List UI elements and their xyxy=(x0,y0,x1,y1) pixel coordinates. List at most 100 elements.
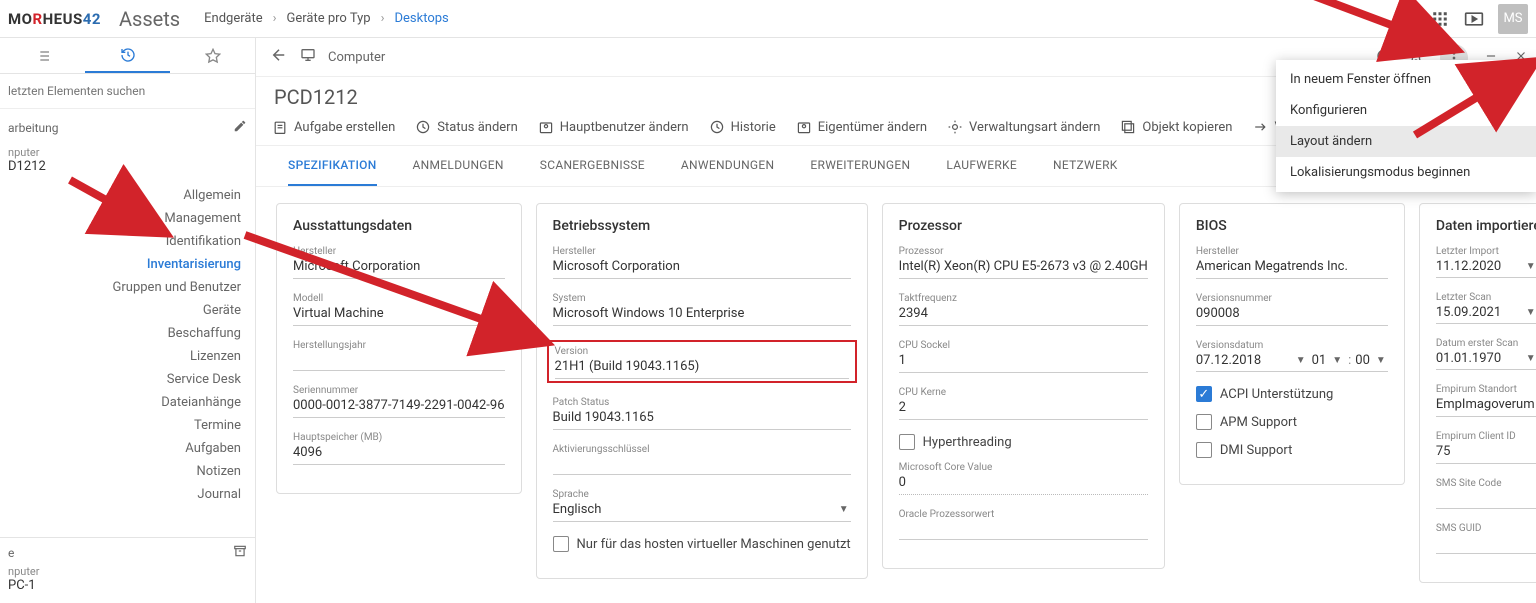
sidebar-item-beschaffung[interactable]: Beschaffung xyxy=(0,322,255,345)
chevron-down-icon[interactable]: ▼ xyxy=(837,504,851,515)
field-cpu-sockel[interactable]: CPU Sockel1 xyxy=(899,340,1148,373)
top-bar: MORHEUS42 Assets Endgeräte › Geräte pro … xyxy=(0,0,1536,38)
brand-logo: MORHEUS42 xyxy=(8,10,101,28)
field-sms-site-code[interactable]: SMS Site Code xyxy=(1436,478,1536,509)
apps-icon[interactable] xyxy=(1430,9,1450,29)
action-status-aendern[interactable]: Status ändern xyxy=(415,119,517,135)
card-title: Prozessor xyxy=(899,218,1148,234)
field-taktfrequenz[interactable]: Taktfrequenz2394 xyxy=(899,293,1148,326)
sidebar-item-allgemein[interactable]: Allgemein xyxy=(0,184,255,207)
sidebar-search-input[interactable] xyxy=(8,80,247,102)
sidebar-foot-item[interactable]: nputer PC-1 xyxy=(8,561,247,597)
checkbox-acpi-unterstützung[interactable]: ✓ACPI Unterstützung xyxy=(1196,386,1388,402)
history-icon[interactable] xyxy=(85,38,170,73)
card-bios: BIOS HerstellerAmerican Megatrends Inc. V… xyxy=(1179,203,1405,485)
tab-scanergebnisse[interactable]: SCANERGEBNISSE xyxy=(540,146,645,186)
chevron-right-icon: › xyxy=(381,11,385,26)
sidebar-item-management[interactable]: Management xyxy=(0,207,255,230)
sidebar-item-lizenzen[interactable]: Lizenzen xyxy=(0,345,255,368)
action-aufgabe-erstellen[interactable]: Aufgabe erstellen xyxy=(272,119,395,135)
action-historie[interactable]: Historie xyxy=(709,119,776,135)
sidebar-current-item[interactable]: nputer D1212 xyxy=(0,142,255,178)
field-herstellungsjahr[interactable]: Herstellungsjahr xyxy=(293,340,505,371)
field-versionsnummer[interactable]: Versionsnummer090008 xyxy=(1196,293,1388,326)
checkbox-hyperthreading[interactable]: Hyperthreading xyxy=(899,434,1148,450)
field-letzter-scan[interactable]: Letzter Scan15.09.2021▼17▼:28▼ xyxy=(1436,292,1536,324)
tab-netzwerk[interactable]: NETZWERK xyxy=(1053,146,1118,186)
field-aktivierungsschlüssel[interactable]: Aktivierungsschlüssel xyxy=(553,444,851,475)
field-system[interactable]: SystemMicrosoft Windows 10 Enterprise xyxy=(553,293,851,326)
field-empirum-standort[interactable]: Empirum StandortEmpImagoverum xyxy=(1436,384,1536,417)
breadcrumb-item[interactable]: Endgeräte xyxy=(204,11,262,26)
sidebar-heading: arbeitung xyxy=(0,109,255,142)
avatar[interactable]: MS xyxy=(1498,4,1528,34)
field-seriennummer[interactable]: Seriennummer0000-0012-3877-7149-2291-004… xyxy=(293,385,505,418)
tab-spezifikation[interactable]: SPEZIFIKATION xyxy=(288,146,377,186)
field-empirum-client-id[interactable]: Empirum Client ID75 xyxy=(1436,431,1536,464)
field-datum-erster-scan[interactable]: Datum erster Scan01.01.1970▼01▼:00▼ xyxy=(1436,338,1536,370)
sidebar-item-service-desk[interactable]: Service Desk xyxy=(0,368,255,391)
sidebar-item-notizen[interactable]: Notizen xyxy=(0,460,255,483)
sidebar-item-identifikation[interactable]: Identifikation xyxy=(0,230,255,253)
menu-item-konfigurieren[interactable]: Konfigurieren xyxy=(1276,95,1536,126)
action-hauptbenutzer-aendern[interactable]: Hauptbenutzer ändern xyxy=(538,119,689,135)
list-icon[interactable] xyxy=(0,38,85,73)
sidebar-foot-label: e xyxy=(8,546,14,560)
sidebar-item-gruppen-und-benutzer[interactable]: Gruppen und Benutzer xyxy=(0,276,255,299)
breadcrumb-item[interactable]: Desktops xyxy=(394,11,448,26)
content-crumb: Computer xyxy=(328,50,385,65)
card-title: BIOS xyxy=(1196,218,1388,234)
edit-icon[interactable] xyxy=(233,119,247,136)
action-eigentuemer-aendern[interactable]: Eigentümer ändern xyxy=(796,119,927,135)
sidebar: arbeitung nputer D1212 AllgemeinManageme… xyxy=(0,38,256,603)
card-betriebssystem: Betriebssystem HerstellerMicrosoft Corpo… xyxy=(536,203,868,579)
sidebar-nav: AllgemeinManagementIdentifikationInventa… xyxy=(0,178,255,512)
tab-anmeldungen[interactable]: ANMELDUNGEN xyxy=(413,146,504,186)
field-hersteller[interactable]: HerstellerMicrosoft Corporation xyxy=(553,246,851,279)
section-title: Assets xyxy=(119,7,180,31)
tab-laufwerke[interactable]: LAUFWERKE xyxy=(946,146,1017,186)
field-version[interactable]: Version21H1 (Build 19043.1165) xyxy=(547,340,857,383)
action-verwaltungsart-aendern[interactable]: Verwaltungsart ändern xyxy=(947,119,1100,135)
menu-item-in-neuem-fenster-öffnen[interactable]: In neuem Fenster öffnen xyxy=(1276,64,1536,95)
sidebar-item-aufgaben[interactable]: Aufgaben xyxy=(0,437,255,460)
checkbox-apm-support[interactable]: APM Support xyxy=(1196,414,1388,430)
field-microsoft-core-value[interactable]: Microsoft Core Value0 xyxy=(899,462,1148,495)
context-menu: In neuem Fenster öffnenKonfigurierenLayo… xyxy=(1276,60,1536,192)
field-modell[interactable]: ModellVirtual Machine xyxy=(293,293,505,326)
card-prozessor: Prozessor ProzessorIntel(R) Xeon(R) CPU … xyxy=(882,203,1165,569)
field-sms-guid[interactable]: SMS GUID xyxy=(1436,523,1536,554)
field-hauptspeicher-(mb)[interactable]: Hauptspeicher (MB)4096 xyxy=(293,432,505,465)
field-hersteller[interactable]: HerstellerMicrosoft Corporation xyxy=(293,246,505,279)
tab-anwendungen[interactable]: ANWENDUNGEN xyxy=(681,146,775,186)
sidebar-item-geräte[interactable]: Geräte xyxy=(0,299,255,322)
field-sprache[interactable]: SpracheEnglisch▼ xyxy=(553,489,851,522)
sidebar-tabs xyxy=(0,38,255,74)
field-prozessor[interactable]: ProzessorIntel(R) Xeon(R) CPU E5-2673 v3… xyxy=(899,246,1148,279)
card-title: Daten importieren xyxy=(1436,218,1536,234)
sidebar-item-termine[interactable]: Termine xyxy=(0,414,255,437)
tab-erweiterungen[interactable]: ERWEITERUNGEN xyxy=(810,146,910,186)
back-icon[interactable] xyxy=(270,46,288,68)
sidebar-item-journal[interactable]: Journal xyxy=(0,483,255,506)
breadcrumb-item[interactable]: Geräte pro Typ xyxy=(287,11,371,26)
archive-icon[interactable] xyxy=(233,544,247,561)
field-patch-status[interactable]: Patch StatusBuild 19043.1165 xyxy=(553,397,851,430)
sidebar-item-dateianhänge[interactable]: Dateianhänge xyxy=(0,391,255,414)
field-letzter-import[interactable]: Letzter Import11.12.2020▼12▼:30▼ xyxy=(1436,246,1536,278)
action-objekt-kopieren[interactable]: Objekt kopieren xyxy=(1120,119,1232,135)
field-cpu-kerne[interactable]: CPU Kerne2 xyxy=(899,387,1148,420)
computer-icon xyxy=(300,47,316,67)
search-icon[interactable] xyxy=(1396,9,1416,29)
menu-item-layout-ändern[interactable]: Layout ändern xyxy=(1276,126,1536,157)
star-icon[interactable] xyxy=(170,38,255,73)
field-hersteller[interactable]: HerstellerAmerican Megatrends Inc. xyxy=(1196,246,1388,279)
checkbox-host-only[interactable]: Nur für das hosten virtueller Maschinen … xyxy=(553,536,851,552)
field-oracle-prozessorwert[interactable]: Oracle Prozessorwert xyxy=(899,509,1148,540)
checkbox-dmi-support[interactable]: DMI Support xyxy=(1196,442,1388,458)
card-ausstattung: Ausstattungsdaten HerstellerMicrosoft Co… xyxy=(276,203,522,494)
menu-item-lokalisierungsmodus-beginnen[interactable]: Lokalisierungsmodus beginnen xyxy=(1276,157,1536,188)
sidebar-item-inventarisierung[interactable]: Inventarisierung xyxy=(0,253,255,276)
field-versionsdatum[interactable]: Versionsdatum 07.12.2018▼ 01▼: 00▼ xyxy=(1196,340,1388,372)
present-icon[interactable] xyxy=(1464,9,1484,29)
